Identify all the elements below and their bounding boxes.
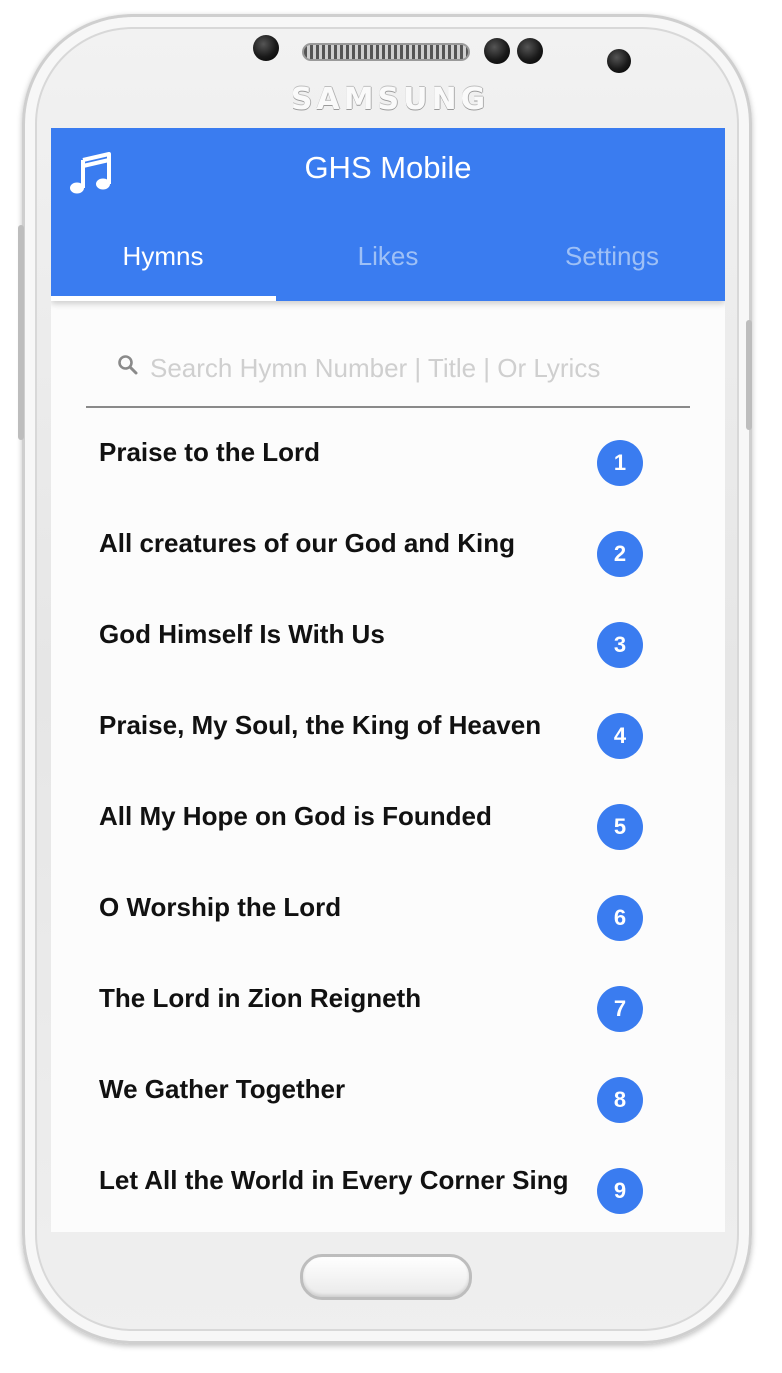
proximity-sensor-icon — [484, 38, 510, 64]
active-tab-indicator — [51, 296, 276, 301]
hymn-list-item[interactable]: All creatures of our God and King 2 — [51, 505, 725, 596]
app-screen: GHS Mobile Hymns Likes Settings Praise t… — [51, 128, 725, 1232]
hymn-number-badge: 2 — [597, 531, 643, 577]
hymn-title: All My Hope on God is Founded — [99, 801, 492, 831]
hymn-list-item[interactable]: Let All the World in Every Corner Sing 9 — [51, 1142, 725, 1232]
light-sensor-icon — [517, 38, 543, 64]
app-bar: GHS Mobile Hymns Likes Settings — [51, 128, 725, 301]
hymn-list-item[interactable]: Praise to the Lord 1 — [51, 414, 725, 505]
hymn-title: O Worship the Lord — [99, 892, 342, 922]
front-sensor-icon — [253, 35, 279, 61]
hymn-number-badge: 4 — [597, 713, 643, 759]
earpiece-speaker — [302, 43, 470, 61]
hymn-number-badge: 3 — [597, 622, 643, 668]
hymn-list-item[interactable]: O Worship the Lord 6 — [51, 869, 725, 960]
hymn-title: God Himself Is With Us — [99, 619, 385, 649]
tab-settings[interactable]: Settings — [500, 241, 724, 272]
hymn-list-item[interactable]: The Lord in Zion Reigneth 7 — [51, 960, 725, 1051]
power-button — [746, 320, 752, 430]
app-title: GHS Mobile — [304, 150, 472, 185]
hymn-title: Praise to the Lord — [99, 437, 321, 467]
hymn-title: We Gather Together — [99, 1074, 346, 1104]
hymn-list-item[interactable]: Praise, My Soul, the King of Heaven 4 — [51, 687, 725, 778]
hymn-number-badge: 9 — [597, 1168, 643, 1214]
search-input[interactable] — [150, 348, 680, 388]
tab-likes[interactable]: Likes — [276, 241, 500, 272]
hymn-number-badge: 8 — [597, 1077, 643, 1123]
hymn-list-item[interactable]: We Gather Together 8 — [51, 1051, 725, 1142]
hymn-list-item[interactable]: All My Hope on God is Founded 5 — [51, 778, 725, 869]
volume-button — [18, 225, 24, 440]
device-brand-logo: SAMSUNG — [290, 82, 490, 117]
hymn-title: Praise, My Soul, the King of Heaven — [99, 710, 542, 740]
hymn-number-badge: 5 — [597, 804, 643, 850]
hymn-title: The Lord in Zion Reigneth — [99, 983, 422, 1013]
hymn-title: Let All the World in Every Corner Sing — [99, 1165, 569, 1195]
hymn-list-item[interactable]: God Himself Is With Us 3 — [51, 596, 725, 687]
tab-hymns[interactable]: Hymns — [51, 241, 275, 272]
front-camera-icon — [607, 49, 631, 73]
search-bar — [86, 334, 690, 408]
hymn-number-badge: 7 — [597, 986, 643, 1032]
hymn-number-badge: 1 — [597, 440, 643, 486]
hymn-number-badge: 6 — [597, 895, 643, 941]
home-button[interactable] — [300, 1254, 472, 1300]
search-icon — [118, 355, 138, 375]
hymn-title: All creatures of our God and King — [99, 528, 516, 558]
